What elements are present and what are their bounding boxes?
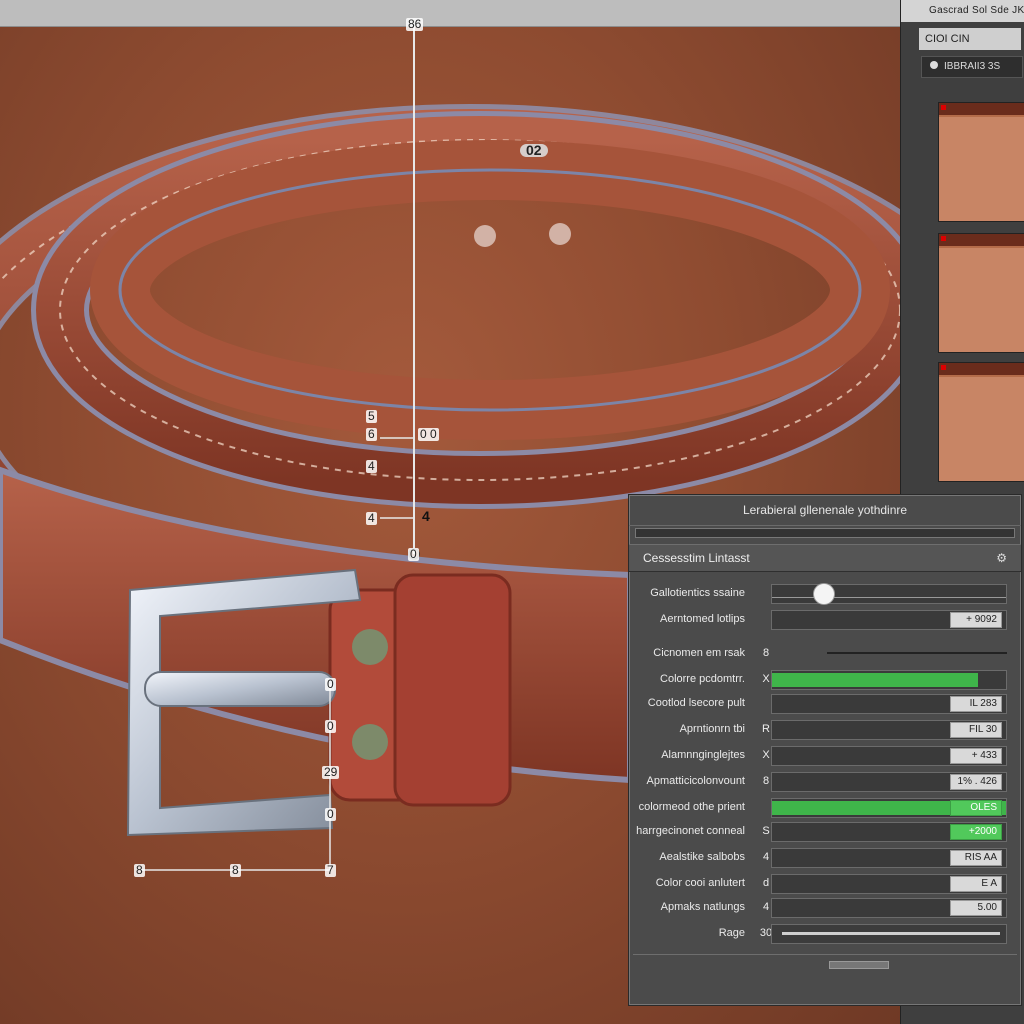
- row-label: Apmatticicolonvount: [646, 775, 745, 787]
- row-label: Gallotientics ssaine: [650, 587, 745, 599]
- row-track[interactable]: IL 283: [771, 694, 1007, 714]
- dim-label-buckle-3: 29: [322, 765, 340, 779]
- dim-label-side-marker: 0 0: [418, 427, 439, 441]
- panel-row[interactable]: Apmaks natlungs 4 5.00: [629, 895, 1021, 919]
- panel-row[interactable]: Gallotientics ssaine: [629, 581, 1021, 605]
- row-value-field[interactable]: 5.00: [950, 900, 1002, 916]
- row-value-field[interactable]: E A: [950, 876, 1002, 892]
- row-label: Color cooi anlutert: [655, 877, 745, 889]
- row-value-field[interactable]: + 9092: [950, 612, 1002, 628]
- adjustment-panel: Lerabieral gllenenale yothdinre Cessesst…: [628, 494, 1022, 1006]
- panel-section-header[interactable]: Cessesstim Lintasst ⚙: [629, 544, 1021, 572]
- slider-line: [772, 597, 1006, 598]
- panel-resize-handle[interactable]: [829, 961, 889, 969]
- panel-row[interactable]: Rage 30: [629, 921, 1021, 945]
- sidebar-layer-label: IBBRAII3 3S: [944, 61, 1001, 72]
- panel-row[interactable]: harrgecinonet conneal S +2000: [629, 819, 1021, 843]
- row-track[interactable]: +2000: [771, 822, 1007, 842]
- settings-icon[interactable]: ⚙: [996, 545, 1007, 571]
- row-value-field[interactable]: 1% . 426: [950, 774, 1002, 790]
- range-slider-line: [782, 932, 1000, 935]
- sidebar-subheader[interactable]: CIOI CIN: [919, 28, 1021, 50]
- range-slider[interactable]: [771, 924, 1007, 944]
- row-track[interactable]: [771, 583, 1007, 605]
- row-value-field[interactable]: FIL 30: [950, 722, 1002, 738]
- row-track[interactable]: 1% . 426: [771, 772, 1007, 792]
- row-fill: [772, 673, 978, 687]
- row-label: Apmaks natlungs: [660, 901, 745, 913]
- panel-title: Lerabieral gllenenale yothdinre: [629, 495, 1021, 526]
- panel-row[interactable]: Cootlod lsecore pult IL 283: [629, 691, 1021, 715]
- panel-row[interactable]: colormeod othe prient OLES: [629, 795, 1021, 819]
- panel-progress-bar: [635, 528, 1015, 538]
- dim-label-top: 86: [406, 17, 424, 31]
- row-track[interactable]: 5.00: [771, 898, 1007, 918]
- row-label: Alamnnginglejtes: [661, 749, 745, 761]
- panel-row[interactable]: Aprntionrn tbi R FIL 30: [629, 717, 1021, 741]
- thumbnail-3[interactable]: [938, 362, 1024, 482]
- sidebar-header: Gascrad Sol Sde JK: [901, 0, 1024, 22]
- dim-label-buckle-1: 0: [325, 677, 336, 691]
- row-label: Colorre pcdomtrr.: [660, 673, 745, 685]
- thumbnail-marker-icon: [941, 105, 946, 110]
- dim-label-belt-hole: 02: [520, 143, 548, 157]
- panel-row[interactable]: Aerntomed lotlips + 9092: [629, 607, 1021, 631]
- thumbnail-marker-icon: [941, 236, 946, 241]
- row-track[interactable]: OLES: [771, 798, 1007, 818]
- dim-label-bottom-point: 0: [408, 547, 419, 561]
- dim-label-stack-5: 4: [422, 508, 430, 524]
- row-label: Aerntomed lotlips: [660, 613, 745, 625]
- row-value-field[interactable]: + 433: [950, 748, 1002, 764]
- layer-dot-icon: [930, 61, 938, 69]
- thumbnail-2[interactable]: [938, 233, 1024, 353]
- row-value-field[interactable]: +2000: [950, 824, 1002, 840]
- row-label: Rage: [718, 927, 745, 939]
- panel-row[interactable]: Aealstike salbobs 4 RIS AA: [629, 845, 1021, 869]
- panel-row[interactable]: Alamnnginglejtes X + 433: [629, 743, 1021, 767]
- row-label: Aprntionrn tbi: [679, 723, 745, 735]
- row-value-field[interactable]: OLES: [950, 800, 1002, 816]
- row-track[interactable]: RIS AA: [771, 848, 1007, 868]
- panel-row[interactable]: Apmatticicolonvount 8 1% . 426: [629, 769, 1021, 793]
- row-track[interactable]: E A: [771, 874, 1007, 894]
- row-label: Aealstike salbobs: [659, 851, 745, 863]
- panel-row[interactable]: Cicnomen em rsak 8: [629, 641, 1021, 665]
- row-label: Cootlod lsecore pult: [647, 697, 745, 709]
- dim-label-stack-3: 4: [366, 459, 377, 473]
- panel-row[interactable]: Colorre pcdomtrr. X: [629, 667, 1021, 691]
- dim-label-buckle-2: 0: [325, 719, 336, 733]
- row-track[interactable]: [771, 670, 1007, 690]
- dim-label-stack-2: 6: [366, 427, 377, 441]
- sidebar-layer-row[interactable]: IBBRAII3 3S: [921, 56, 1023, 78]
- row-label: colormeod othe prient: [638, 801, 745, 813]
- row-divider-line: [827, 652, 1007, 654]
- dim-label-stack-1: 5: [366, 409, 377, 423]
- dim-label-bottom-right: 7: [325, 863, 336, 877]
- panel-section-label: Cessesstim Lintasst: [643, 551, 750, 565]
- dim-label-bottom-left: 8: [134, 863, 145, 877]
- dim-label-bottom-mid: 8: [230, 863, 241, 877]
- dim-label-stack-4: 4: [366, 511, 377, 525]
- row-index: 8: [762, 647, 770, 659]
- thumbnail-1[interactable]: [938, 102, 1024, 222]
- row-value-field[interactable]: IL 283: [950, 696, 1002, 712]
- row-track[interactable]: FIL 30: [771, 720, 1007, 740]
- slider-knob[interactable]: [813, 583, 836, 605]
- thumbnail-marker-icon: [941, 365, 946, 370]
- row-label: harrgecinonet conneal: [636, 825, 745, 837]
- row-value-field[interactable]: RIS AA: [950, 850, 1002, 866]
- row-track[interactable]: + 9092: [771, 610, 1007, 630]
- row-track[interactable]: + 433: [771, 746, 1007, 766]
- panel-footer: [633, 954, 1017, 985]
- panel-row[interactable]: Color cooi anlutert d E A: [629, 871, 1021, 895]
- row-label: Cicnomen em rsak: [653, 647, 745, 659]
- dim-label-buckle-4: 0: [325, 807, 336, 821]
